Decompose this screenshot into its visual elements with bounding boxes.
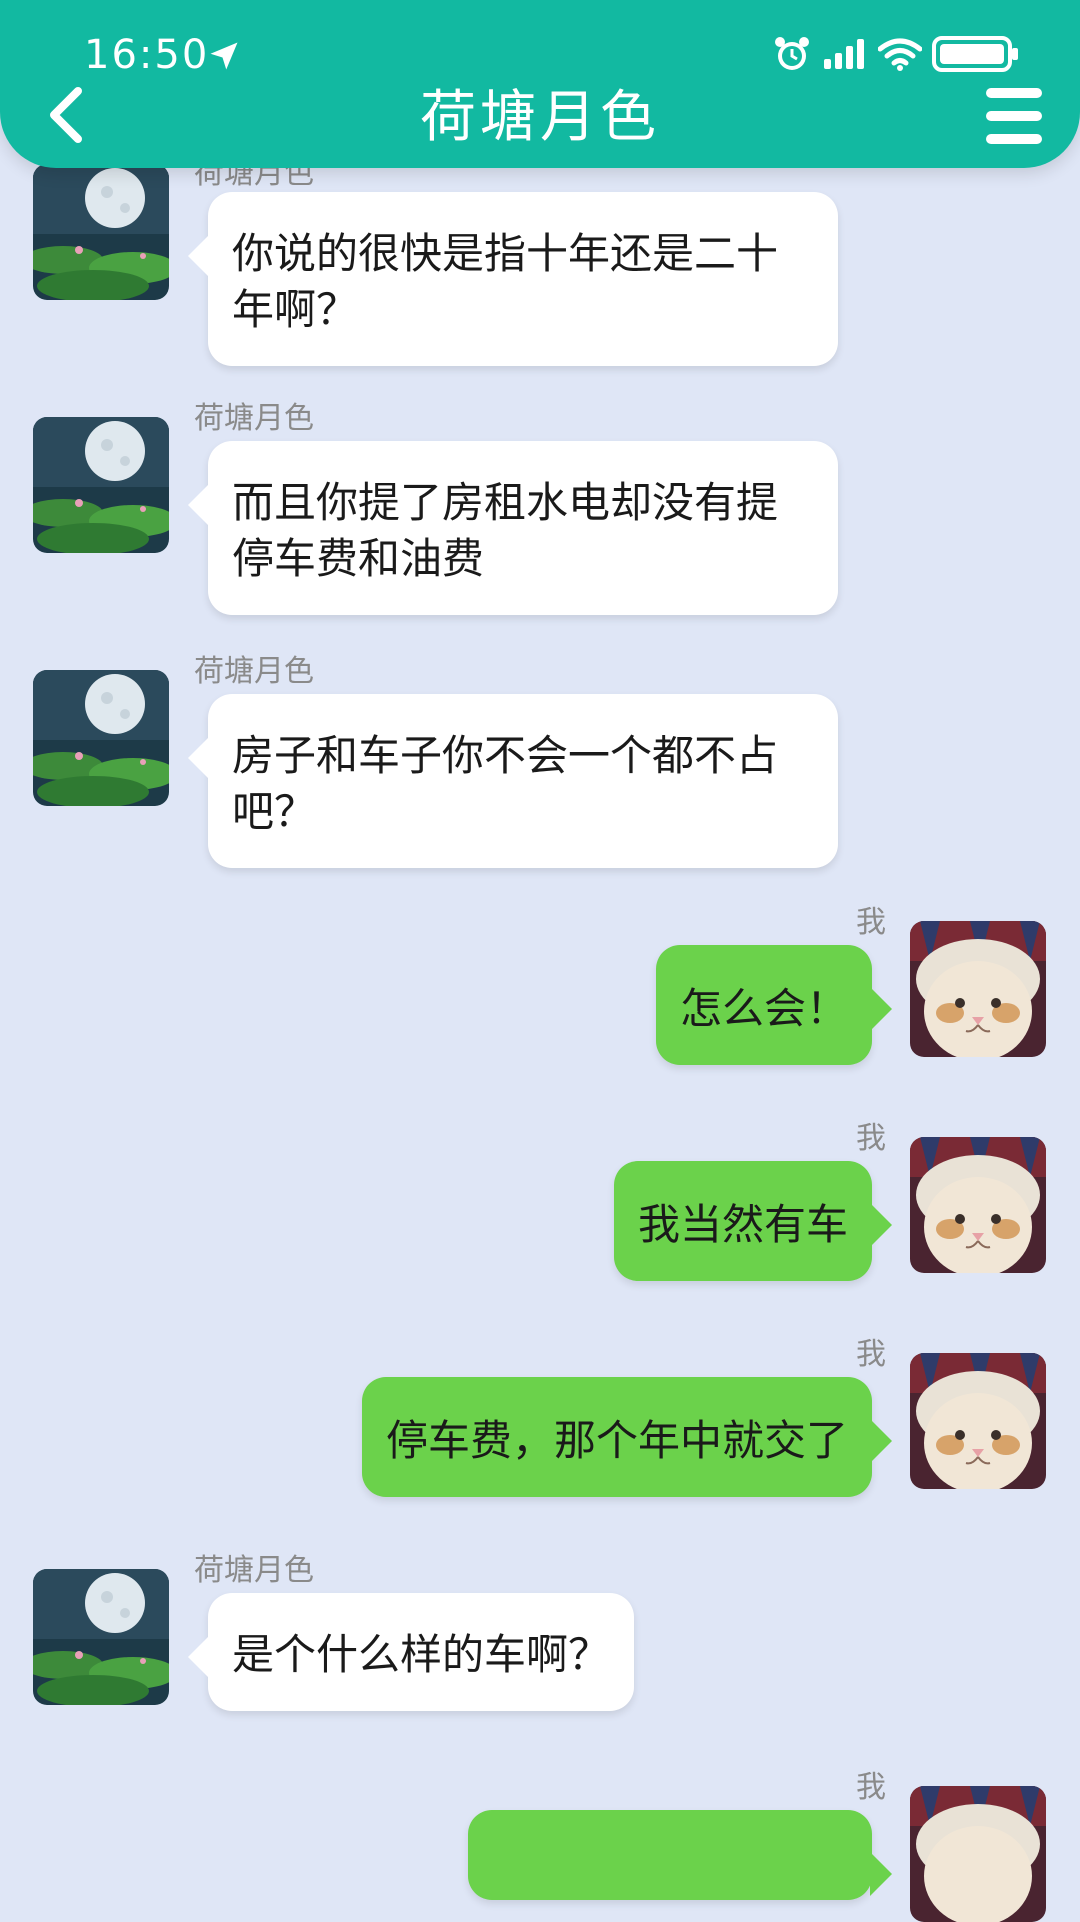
my-avatar[interactable] <box>910 1786 1046 1922</box>
sender-name: 我 <box>856 1121 886 1156</box>
contact-avatar[interactable] <box>33 417 169 553</box>
my-avatar[interactable] <box>910 1137 1046 1273</box>
sender-name: 我 <box>856 905 886 940</box>
wifi-icon <box>878 38 922 71</box>
contact-avatar[interactable] <box>33 164 169 300</box>
alarm-icon <box>775 37 809 70</box>
cat-avatar-image <box>910 921 1046 1057</box>
battery-icon <box>932 36 1018 72</box>
page-title: 荷塘月色 <box>420 85 660 150</box>
message-bubble[interactable]: 我当然有车 <box>613 1161 893 1281</box>
sender-name: 我 <box>856 1337 886 1372</box>
moon-lotus-image <box>33 164 169 300</box>
my-avatar[interactable] <box>910 921 1046 1057</box>
message-bubble[interactable]: 房子和车子你不会一个都不占吧？ <box>188 694 838 868</box>
contact-avatar[interactable] <box>33 670 169 806</box>
hamburger-menu-icon <box>986 88 1042 98</box>
menu-button[interactable] <box>986 88 1046 144</box>
cat-avatar-image <box>910 1353 1046 1489</box>
sender-name: 荷塘月色 <box>194 654 314 689</box>
message-bubble[interactable]: 停车费，那个年中就交了 <box>361 1377 893 1497</box>
sender-name: 我 <box>856 1770 886 1805</box>
sender-name: 荷塘月色 <box>194 401 314 436</box>
message-bubble[interactable]: 你说的很快是指十年还是二十年啊？ <box>188 192 838 366</box>
sender-name: 荷塘月色 <box>194 1553 314 1588</box>
message-bubble[interactable]: 是个什么样的车啊？ <box>187 1593 635 1711</box>
message-bubble[interactable] <box>468 1810 892 1900</box>
moon-lotus-image <box>33 670 169 806</box>
location-arrow-icon <box>210 42 238 70</box>
signal-icon <box>824 39 864 69</box>
moon-lotus-image <box>33 1569 169 1705</box>
app-header: 16:50 荷塘月色 <box>0 0 1080 168</box>
cat-avatar-image <box>910 1137 1046 1273</box>
contact-avatar[interactable] <box>33 1569 169 1705</box>
my-avatar[interactable] <box>910 1353 1046 1489</box>
chat-area[interactable]: 荷塘月色 你说的很快是指十年还是二十年啊？ 荷塘月色 而且你提了房租水电却没有提… <box>0 0 1080 1922</box>
message-bubble[interactable]: 而且你提了房租水电却没有提停车费和油费 <box>188 441 838 615</box>
status-icons <box>772 34 1020 74</box>
message-bubble[interactable]: 怎么会！ <box>655 945 893 1065</box>
cat-avatar-image <box>910 1786 1046 1922</box>
moon-lotus-image <box>33 417 169 553</box>
